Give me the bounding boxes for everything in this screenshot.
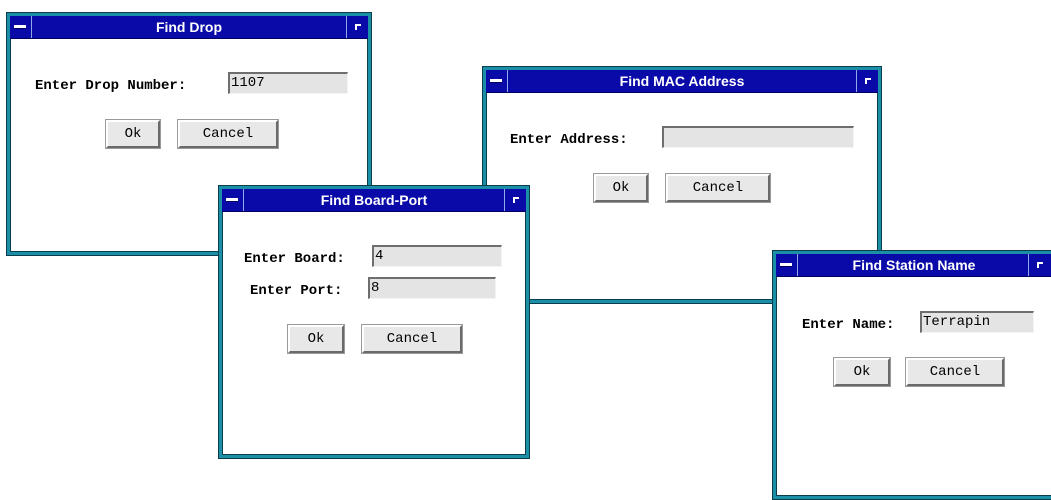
dialog-title: Find MAC Address: [619, 73, 745, 89]
port-label: Enter Port:: [250, 283, 343, 299]
window-menu-button[interactable]: [222, 189, 244, 211]
cancel-button[interactable]: Cancel: [177, 119, 279, 149]
window-maximize-icon: [355, 24, 361, 30]
find-board-port-dialog: Find Board-Port Enter Board: 4 Enter Por…: [218, 185, 530, 459]
find-station-name-dialog: Find Station Name Enter Name: Terrapin O…: [772, 250, 1051, 500]
ok-button[interactable]: Ok: [593, 173, 649, 203]
cancel-button[interactable]: Cancel: [361, 324, 463, 354]
window-menu-icon: [780, 263, 792, 266]
title-bar[interactable]: Find Station Name: [776, 254, 1051, 277]
name-input[interactable]: Terrapin: [920, 311, 1034, 333]
board-label: Enter Board:: [244, 251, 345, 267]
ok-button[interactable]: Ok: [105, 119, 161, 149]
window-maximize-icon: [865, 78, 871, 84]
address-label: Enter Address:: [510, 132, 628, 148]
cancel-button[interactable]: Cancel: [905, 357, 1005, 387]
title-bar[interactable]: Find Drop: [10, 16, 368, 39]
title-bar[interactable]: Find MAC Address: [486, 70, 878, 93]
window-menu-icon: [490, 79, 502, 82]
window-menu-icon: [226, 198, 238, 201]
cancel-button[interactable]: Cancel: [665, 173, 771, 203]
window-menu-button[interactable]: [776, 254, 798, 276]
dialog-title: Find Station Name: [852, 257, 976, 273]
window-menu-button[interactable]: [486, 70, 508, 92]
dialog-title: Find Board-Port: [320, 192, 428, 208]
ok-button[interactable]: Ok: [287, 324, 345, 354]
window-maximize-button[interactable]: [504, 189, 526, 211]
board-input[interactable]: 4: [372, 245, 502, 267]
title-bar[interactable]: Find Board-Port: [222, 189, 526, 212]
window-maximize-button[interactable]: [1028, 254, 1050, 276]
window-maximize-button[interactable]: [346, 16, 368, 38]
ok-button[interactable]: Ok: [833, 357, 891, 387]
port-input[interactable]: 8: [368, 277, 496, 299]
name-label: Enter Name:: [802, 317, 895, 333]
dialog-title: Find Drop: [155, 19, 223, 35]
address-input[interactable]: [662, 126, 854, 148]
drop-number-label: Enter Drop Number:: [35, 78, 187, 94]
window-maximize-icon: [513, 197, 519, 203]
window-menu-button[interactable]: [10, 16, 32, 38]
drop-number-input[interactable]: 1107: [228, 72, 348, 94]
window-maximize-icon: [1037, 262, 1043, 268]
window-menu-icon: [14, 25, 26, 28]
window-maximize-button[interactable]: [856, 70, 878, 92]
